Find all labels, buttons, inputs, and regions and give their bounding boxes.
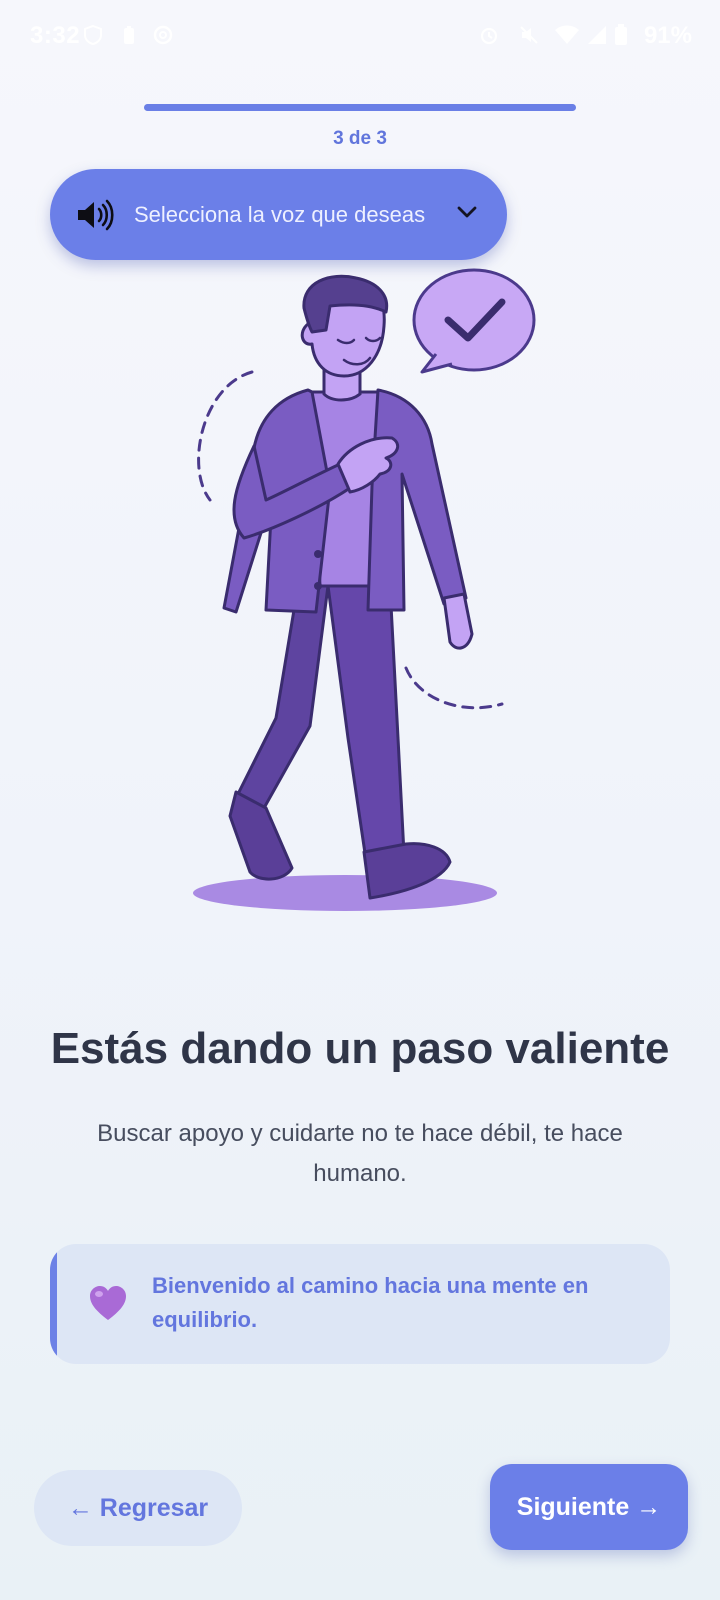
jacket-right: [366, 388, 468, 612]
mute-icon: [520, 26, 538, 44]
shield-icon: [84, 24, 102, 46]
motion-arc-right: [404, 666, 504, 710]
progress-bar: [144, 104, 576, 111]
battery-icon: [615, 24, 627, 45]
battery-saver-icon: [124, 26, 134, 44]
voice-selector[interactable]: Selecciona la voz que deseas: [50, 169, 507, 260]
progress-fill: [144, 104, 576, 111]
leg-front: [326, 584, 406, 862]
page-title: Estás dando un paso valiente: [50, 1024, 670, 1073]
check-speech-bubble: [412, 268, 536, 374]
wifi-icon: [555, 25, 579, 44]
ground-shadow: [193, 875, 497, 911]
status-bar: 3:32 91%: [0, 0, 720, 72]
note-accent-bar: [50, 1244, 57, 1364]
back-button[interactable]: ← Regresar: [34, 1470, 242, 1546]
battery-percent: 91%: [643, 22, 692, 49]
chevron-down-icon: [457, 206, 477, 218]
purple-heart-icon: [90, 1286, 126, 1320]
speaker-icon: [78, 199, 114, 230]
person-walking-illustration: [193, 268, 536, 911]
shoe-back: [228, 790, 294, 881]
welcome-note-text: Bienvenido al camino hacia una mente en …: [152, 1273, 589, 1332]
signal-icon: [588, 26, 606, 44]
leg-back: [236, 584, 330, 810]
alarm-icon: [480, 27, 498, 45]
progress-label: 3 de 3: [333, 128, 387, 149]
status-time: 3:32: [30, 22, 81, 49]
next-button[interactable]: Siguiente →: [490, 1464, 688, 1550]
at-icon: [153, 25, 173, 45]
hand-right: [442, 592, 474, 650]
voice-selector-label: Selecciona la voz que deseas: [134, 201, 426, 227]
welcome-note-card: Bienvenido al camino hacia una mente en …: [50, 1244, 670, 1364]
page-subtitle: Buscar apoyo y cuidarte no te hace débil…: [97, 1120, 623, 1187]
